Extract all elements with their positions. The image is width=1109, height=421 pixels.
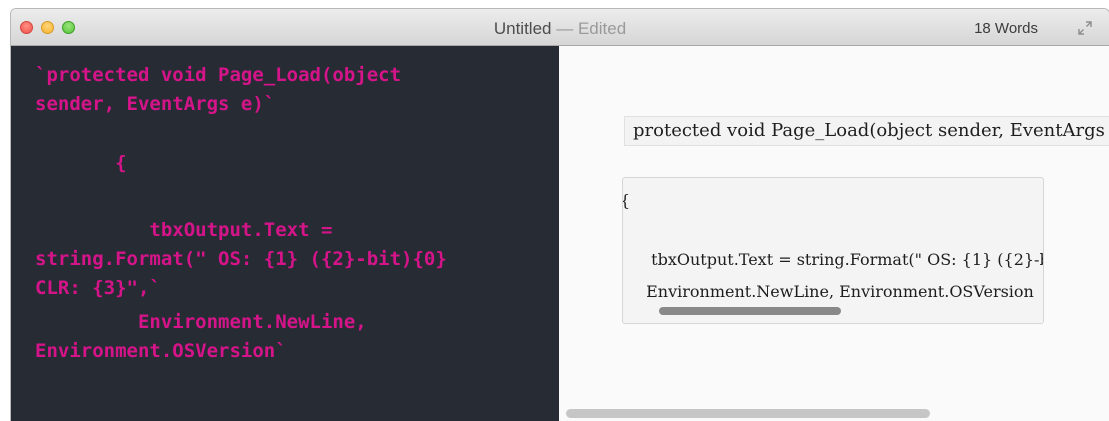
rendered-preview-pane[interactable]: protected void Page_Load(object sender, …	[559, 46, 1109, 421]
editor-line[interactable]: Environment.NewLine,	[35, 308, 367, 337]
editor-line[interactable]: string.Format(" OS: {1} ({2}-bit){0}	[35, 245, 447, 274]
preview-horizontal-scrollbar[interactable]	[566, 409, 930, 418]
code-block-line: Environment.NewLine, Environment.OSVersi…	[641, 282, 1034, 301]
editor-line[interactable]: tbxOutput.Text =	[35, 216, 332, 245]
title-bar[interactable]: Untitled — Edited 18 Words	[11, 9, 1109, 46]
app-window: Untitled — Edited 18 Words `protected vo…	[11, 9, 1109, 421]
editor-line[interactable]: CLR: {3}",`	[35, 274, 161, 303]
fullscreen-icon[interactable]	[1077, 20, 1093, 36]
document-status: Edited	[577, 19, 627, 38]
code-block-line: tbxOutput.Text = string.Format(" OS: {1}…	[651, 250, 1043, 269]
code-block[interactable]: { tbxOutput.Text = string.Format(" OS: {…	[622, 177, 1044, 324]
word-count: 18 Words	[974, 20, 1038, 37]
document-name: Untitled	[493, 19, 552, 38]
editor-line[interactable]: Environment.OSVersion`	[35, 337, 287, 366]
editor-line[interactable]: {	[35, 149, 126, 178]
code-block-scrollbar[interactable]	[659, 307, 841, 315]
title-separator: —	[556, 19, 574, 38]
editor-line[interactable]: sender, EventArgs e)`	[35, 90, 275, 119]
editor-line[interactable]: `protected void Page_Load(object	[35, 61, 401, 90]
markdown-editor-pane[interactable]: `protected void Page_Load(object sender,…	[11, 46, 559, 421]
window-title: Untitled — Edited	[11, 19, 1109, 39]
code-block-line: {	[623, 191, 630, 211]
inline-code-span: protected void Page_Load(object sender, …	[624, 116, 1109, 146]
